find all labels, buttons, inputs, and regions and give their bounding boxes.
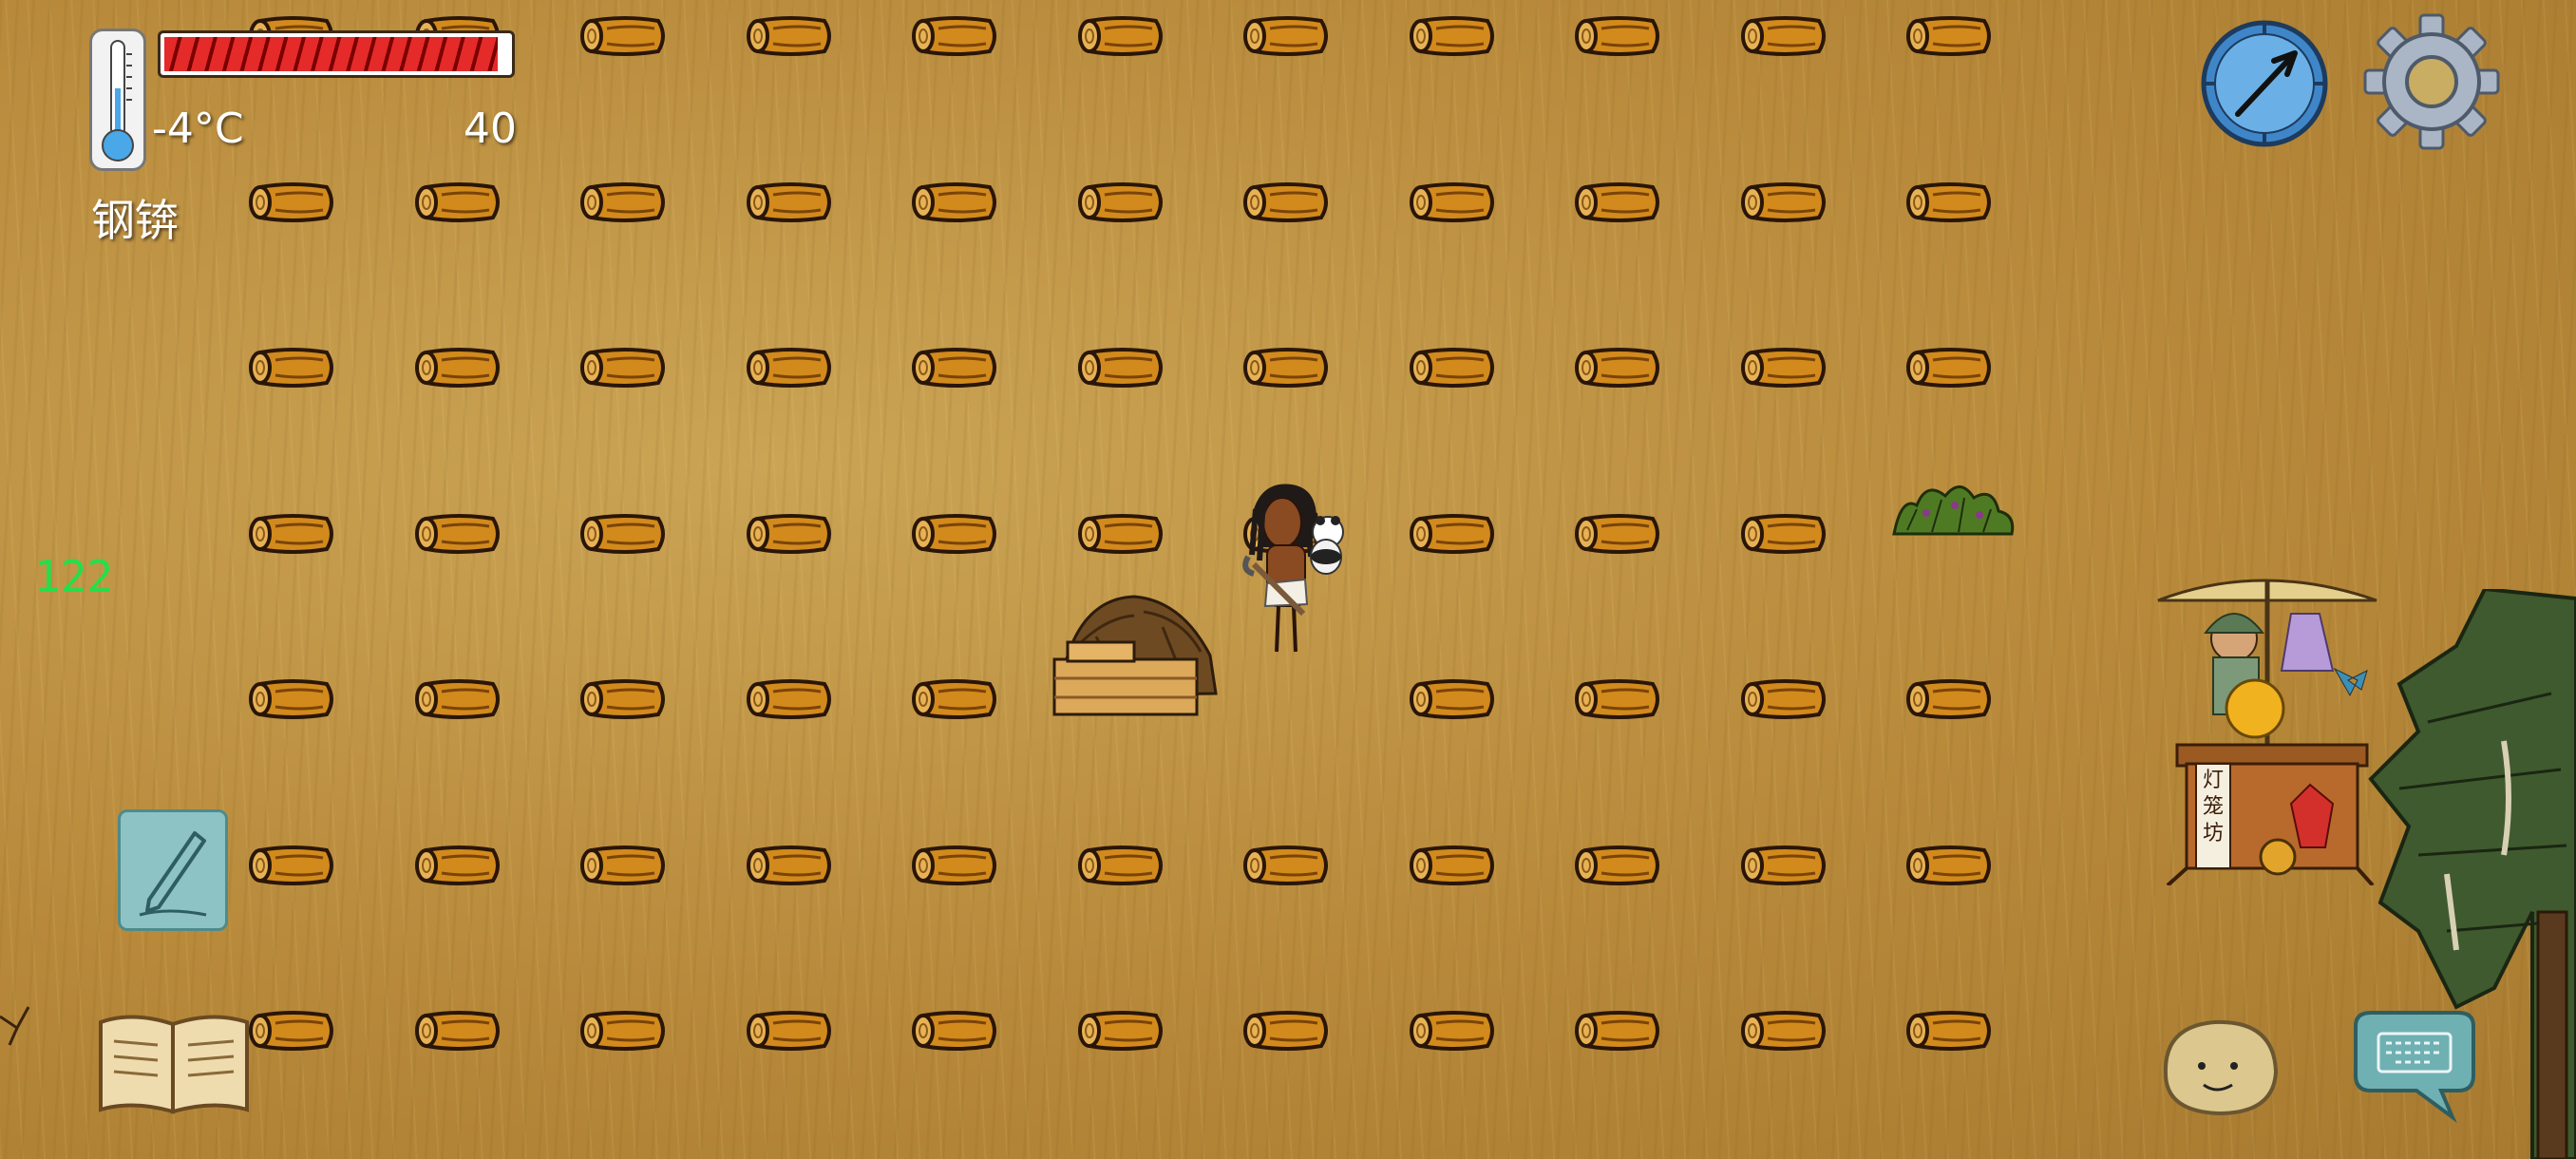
- twig: [0, 1006, 30, 1046]
- wood-log[interactable]: [1739, 676, 1830, 722]
- wood-log[interactable]: [1904, 180, 1996, 225]
- food-meter-fill: [164, 37, 499, 71]
- wood-log[interactable]: [1739, 1008, 1830, 1054]
- wood-log[interactable]: [1739, 511, 1830, 557]
- wood-log[interactable]: [247, 1008, 338, 1054]
- player-character[interactable]: [1235, 481, 1358, 667]
- wood-log[interactable]: [1408, 13, 1499, 59]
- wood-log[interactable]: [745, 1008, 836, 1054]
- berry-bush[interactable]: [1888, 477, 2019, 543]
- wood-log[interactable]: [1076, 180, 1167, 225]
- wood-log[interactable]: [1739, 13, 1830, 59]
- wood-log[interactable]: [1573, 843, 1664, 888]
- wood-log[interactable]: [1739, 345, 1830, 390]
- wood-log[interactable]: [910, 511, 1001, 557]
- wood-log[interactable]: [578, 13, 670, 59]
- wood-log[interactable]: [578, 843, 670, 888]
- wood-log[interactable]: [1573, 345, 1664, 390]
- wood-log[interactable]: [247, 511, 338, 557]
- wood-log[interactable]: [910, 13, 1001, 59]
- wood-log[interactable]: [1573, 1008, 1664, 1054]
- wood-log[interactable]: [1076, 13, 1167, 59]
- wood-log[interactable]: [1076, 1008, 1167, 1054]
- wood-log[interactable]: [1408, 345, 1499, 390]
- food-count: 40: [464, 104, 517, 153]
- wood-log[interactable]: [1739, 843, 1830, 888]
- pencil-icon: [139, 831, 207, 917]
- wood-log[interactable]: [745, 511, 836, 557]
- wood-log[interactable]: [247, 345, 338, 390]
- wood-log[interactable]: [1573, 511, 1664, 557]
- wood-log[interactable]: [1408, 843, 1499, 888]
- thermometer-icon: [89, 28, 146, 171]
- wood-log[interactable]: [1573, 180, 1664, 225]
- wood-log[interactable]: [1241, 180, 1333, 225]
- fps-counter: 122: [34, 551, 114, 602]
- wood-log[interactable]: [413, 345, 504, 390]
- wood-log[interactable]: [1904, 843, 1996, 888]
- wood-log[interactable]: [1241, 13, 1333, 59]
- wood-log[interactable]: [578, 1008, 670, 1054]
- wood-log[interactable]: [1241, 843, 1333, 888]
- wood-log[interactable]: [1408, 676, 1499, 722]
- wood-log[interactable]: [1076, 511, 1167, 557]
- wood-log[interactable]: [413, 180, 504, 225]
- wood-log[interactable]: [745, 843, 836, 888]
- wood-log[interactable]: [247, 180, 338, 225]
- wood-log[interactable]: [578, 511, 670, 557]
- wood-log[interactable]: [578, 676, 670, 722]
- wood-log[interactable]: [1573, 676, 1664, 722]
- wood-log[interactable]: [413, 1008, 504, 1054]
- hay-pile-crate[interactable]: [1049, 589, 1220, 718]
- wood-log[interactable]: [578, 345, 670, 390]
- wood-log[interactable]: [910, 180, 1001, 225]
- wood-log[interactable]: [1076, 843, 1167, 888]
- wood-log[interactable]: [578, 180, 670, 225]
- wood-log[interactable]: [1408, 180, 1499, 225]
- wood-log[interactable]: [910, 1008, 1001, 1054]
- game-world[interactable]: 灯笼坊: [0, 0, 2576, 1159]
- wood-log[interactable]: [910, 676, 1001, 722]
- book-icon[interactable]: [95, 1007, 253, 1117]
- wood-log[interactable]: [1241, 1008, 1333, 1054]
- wood-log[interactable]: [1904, 676, 1996, 722]
- held-item-name: 钢锛: [91, 195, 179, 246]
- wood-log[interactable]: [745, 13, 836, 59]
- wood-log[interactable]: [1739, 180, 1830, 225]
- wood-log[interactable]: [1076, 345, 1167, 390]
- gear-icon[interactable]: [2363, 13, 2500, 150]
- compass-icon[interactable]: [2200, 19, 2329, 148]
- wood-log[interactable]: [745, 345, 836, 390]
- stall-sign: 灯笼坊: [2202, 769, 2224, 846]
- wood-log[interactable]: [745, 676, 836, 722]
- wood-log[interactable]: [1408, 1008, 1499, 1054]
- wood-log[interactable]: [247, 676, 338, 722]
- wood-log[interactable]: [413, 511, 504, 557]
- emote-face-icon[interactable]: [2156, 1016, 2282, 1117]
- wood-log[interactable]: [1904, 13, 1996, 59]
- wood-log[interactable]: [1904, 1008, 1996, 1054]
- keyboard-icon[interactable]: [2346, 1007, 2483, 1125]
- temperature-readout: -4°C: [152, 104, 244, 153]
- write-button[interactable]: [118, 809, 228, 931]
- wood-log[interactable]: [413, 676, 504, 722]
- wood-log[interactable]: [1573, 13, 1664, 59]
- food-meter: [158, 30, 515, 78]
- wood-log[interactable]: [413, 843, 504, 888]
- wood-log[interactable]: [910, 345, 1001, 390]
- wood-log[interactable]: [247, 843, 338, 888]
- wood-log[interactable]: [745, 180, 836, 225]
- wood-log[interactable]: [910, 843, 1001, 888]
- wood-log[interactable]: [1241, 345, 1333, 390]
- wood-log[interactable]: [1408, 511, 1499, 557]
- wood-log[interactable]: [1904, 345, 1996, 390]
